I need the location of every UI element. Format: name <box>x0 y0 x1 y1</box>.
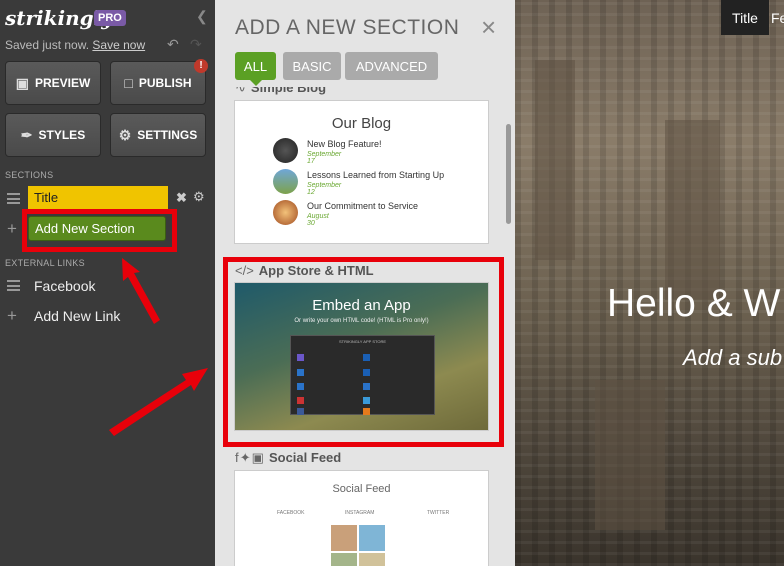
post-date: August 30 <box>307 213 329 227</box>
post-title: Lessons Learned from Starting Up <box>307 170 445 180</box>
post-date: September 17 <box>307 151 342 165</box>
social-feed-label: f ✦ ▣ Social Feed <box>235 450 341 466</box>
panel-title: ADD A NEW SECTION <box>235 16 460 39</box>
preview-button[interactable]: ▣ PREVIEW <box>5 61 101 105</box>
feed-photo <box>359 525 385 551</box>
collapse-sidebar-icon[interactable]: ❮ <box>196 8 208 25</box>
external-link-facebook[interactable]: Facebook <box>34 278 95 294</box>
nav-item-next[interactable]: Fe <box>771 10 784 26</box>
feed-photo <box>331 525 357 551</box>
brush-icon: ✒ <box>20 126 33 143</box>
simple-blog-card[interactable]: Our Blog New Blog Feature! September 17 … <box>234 100 489 244</box>
delete-section-icon[interactable]: ✖ <box>176 190 187 206</box>
preview-label: PREVIEW <box>34 76 91 90</box>
settings-button[interactable]: ⚙ SETTINGS <box>110 113 206 157</box>
social-feed-card[interactable]: Social Feed FACEBOOK INSTAGRAM TWITTER <box>234 470 489 566</box>
nav-item-title[interactable]: Title <box>721 0 769 35</box>
undo-icon[interactable]: ↶ <box>167 36 179 53</box>
sections-heading: SECTIONS <box>5 170 54 180</box>
simple-blog-label-text: Simple Blog <box>250 80 327 95</box>
tab-all[interactable]: ALL <box>235 52 276 86</box>
panel-scrollbar[interactable] <box>506 124 511 224</box>
save-now-link[interactable]: Save now <box>92 38 145 52</box>
background-building <box>665 120 720 300</box>
tab-advanced[interactable]: ADVANCED <box>345 52 438 80</box>
post-title: Our Commitment to Service <box>307 201 419 211</box>
background-building <box>535 60 575 260</box>
feed-photo <box>359 553 385 566</box>
site-preview: Title Fe Hello & W Add a sub <box>515 0 784 566</box>
styles-button[interactable]: ✒ STYLES <box>5 113 101 157</box>
rss-icon: ∿ <box>235 80 246 95</box>
close-icon[interactable]: × <box>481 12 496 43</box>
tab-basic[interactable]: BASIC <box>283 52 341 80</box>
drag-handle-icon[interactable] <box>7 280 20 291</box>
post-date: September 12 <box>307 182 342 196</box>
save-status: Saved just now. Save now <box>5 38 145 52</box>
gear-icon: ⚙ <box>118 126 132 143</box>
post-title: New Blog Feature! <box>307 139 382 149</box>
publish-alert-badge: ! <box>194 59 208 73</box>
plus-icon: + <box>7 219 17 238</box>
post-thumbnail <box>273 169 298 194</box>
post-thumbnail <box>273 138 298 163</box>
add-new-link-button[interactable]: Add New Link <box>34 308 120 324</box>
editor-sidebar: strikingly PRO ❮ Saved just now. Save no… <box>0 0 215 566</box>
post-thumbnail <box>273 200 298 225</box>
save-status-text: Saved just now. <box>5 38 90 52</box>
redo-icon[interactable]: ↷ <box>190 36 202 53</box>
feed-column-instagram: INSTAGRAM <box>345 510 375 516</box>
social-feed-label-text: Social Feed <box>268 450 342 465</box>
plus-icon: + <box>7 306 17 325</box>
pro-badge: PRO <box>94 10 126 26</box>
feed-preview-title: Social Feed <box>332 483 391 495</box>
publish-label: PUBLISH <box>138 76 192 90</box>
external-links-heading: EXTERNAL LINKS <box>5 258 85 268</box>
blog-preview-title: Our Blog <box>331 115 392 132</box>
highlight-app-store <box>223 257 504 447</box>
social-icons: f ✦ ▣ <box>235 450 264 465</box>
hero-subtitle[interactable]: Add a sub <box>683 345 782 371</box>
document-icon: □ <box>124 75 133 91</box>
background-building <box>595 380 665 530</box>
monitor-icon: ▣ <box>15 74 29 91</box>
styles-label: STYLES <box>38 128 86 142</box>
publish-button[interactable]: □ PUBLISH ! <box>110 59 208 105</box>
feed-column-twitter: TWITTER <box>427 510 450 516</box>
highlight-add-section <box>22 209 177 252</box>
feed-column-facebook: FACEBOOK <box>277 510 305 516</box>
simple-blog-label: ∿ Simple Blog <box>235 80 327 96</box>
drag-handle-icon[interactable] <box>7 193 20 204</box>
section-item-title[interactable]: Title <box>28 186 168 210</box>
section-settings-icon[interactable]: ⚙ <box>193 189 205 205</box>
feed-photo <box>331 553 357 566</box>
hero-title[interactable]: Hello & W <box>607 282 780 326</box>
settings-label: SETTINGS <box>137 128 198 142</box>
